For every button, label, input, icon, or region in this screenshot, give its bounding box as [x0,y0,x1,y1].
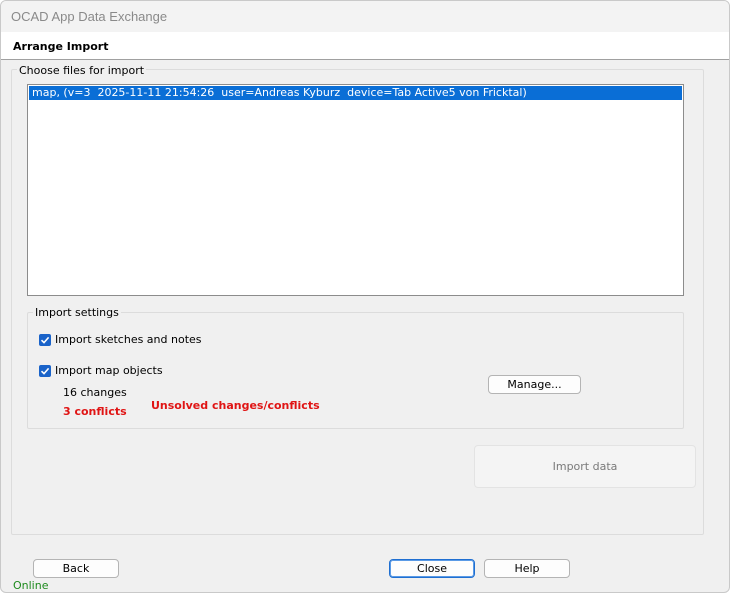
back-button[interactable]: Back [33,559,119,578]
file-list[interactable]: map, (v=3 2025-11-11 21:54:26 user=Andre… [27,84,684,296]
check-icon [40,336,50,344]
file-list-item[interactable]: map, (v=3 2025-11-11 21:54:26 user=Andre… [29,86,682,100]
dialog-header: Arrange Import [1,32,729,60]
check-icon [40,367,50,375]
import-sketches-checkbox[interactable] [39,334,51,346]
help-button[interactable]: Help [484,559,570,578]
connection-status: Online [13,579,49,592]
window-title: OCAD App Data Exchange [11,9,168,24]
changes-count: 16 changes [63,386,127,399]
page-title: Arrange Import [13,40,109,53]
close-button[interactable]: Close [389,559,475,578]
import-sketches-label[interactable]: Import sketches and notes [55,333,202,346]
import-data-button[interactable]: Import data [474,445,696,488]
app-window: OCAD App Data Exchange Arrange Import Ch… [0,0,730,593]
import-settings-legend: Import settings [33,306,121,319]
conflicts-count: 3 conflicts [63,405,127,418]
import-map-objects-label[interactable]: Import map objects [55,364,163,377]
import-map-objects-checkbox[interactable] [39,365,51,377]
unsolved-warning: Unsolved changes/conflicts [151,399,320,412]
manage-button[interactable]: Manage... [488,375,581,394]
choose-files-legend: Choose files for import [17,64,147,77]
title-bar: OCAD App Data Exchange [1,1,729,32]
